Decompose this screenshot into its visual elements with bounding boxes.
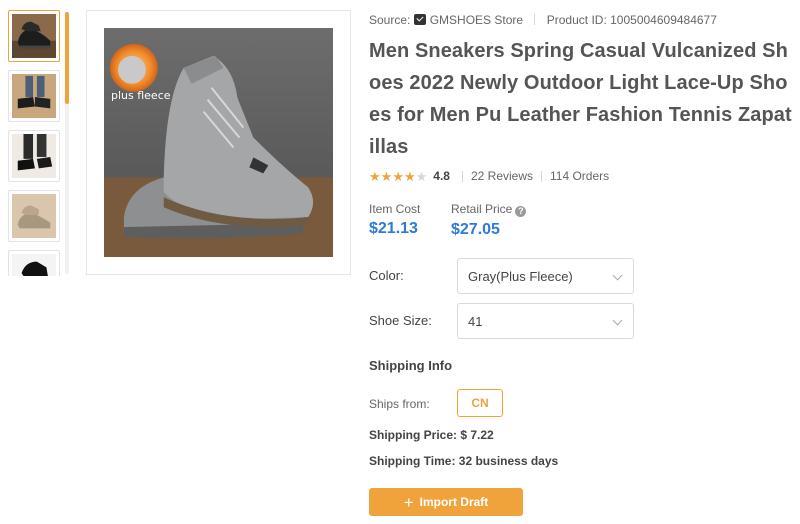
product-title: Men Sneakers Spring Casual Vulcanized Sh… <box>369 40 792 158</box>
star-filled-icon: ★ <box>392 168 404 184</box>
item-cost: Item Cost $21.13 <box>369 202 420 238</box>
shoe-size-select[interactable]: 41 <box>457 303 634 339</box>
color-select[interactable]: Gray(Plus Fleece) <box>457 258 634 294</box>
shipping-price-value: $ 7.22 <box>460 428 494 442</box>
plus-icon: + <box>403 492 414 512</box>
ships-from-cn-option[interactable]: CN <box>457 389 503 417</box>
shipping-price-line: Shipping Price: $ 7.22 <box>369 428 494 442</box>
help-icon[interactable]: ? <box>515 206 527 217</box>
product-id-label: Product ID: <box>546 13 607 27</box>
source-label: Source: <box>369 13 411 27</box>
retail-price: Retail Price? $27.05 <box>451 202 527 239</box>
main-product-image[interactable]: plus fleece <box>86 10 351 275</box>
thumbnail-4[interactable] <box>8 190 60 242</box>
reviews-count[interactable]: 22 Reviews <box>471 169 533 183</box>
plus-fleece-overlay: plus fleece <box>111 89 171 102</box>
gray-sneaker-image <box>104 28 333 257</box>
divider <box>541 170 542 182</box>
color-label: Color: <box>369 268 404 283</box>
rating-row: ★ ★ ★ ★ ★ 4.8 22 Reviews 114 Orders <box>369 169 609 183</box>
import-draft-button[interactable]: + Import Draft <box>369 488 523 516</box>
shipping-time-label: Shipping Time: <box>369 454 456 468</box>
black-sneaker-walking-thumbnail <box>12 134 56 178</box>
size-option-row: Shoe Size: 41 <box>369 303 800 339</box>
retail-price-label: Retail Price <box>451 202 513 216</box>
thumbnail-strip <box>8 10 60 276</box>
item-cost-value: $21.13 <box>369 220 418 237</box>
gray-sneaker-thumbnail <box>12 194 56 238</box>
shoe-size-label: Shoe Size: <box>369 313 432 328</box>
shipping-time-value: 32 business days <box>458 454 559 468</box>
thumbnail-2[interactable] <box>8 70 60 122</box>
thumbnail-1[interactable] <box>8 10 60 62</box>
color-option-row: Color: Gray(Plus Fleece) <box>369 258 800 294</box>
color-select-value: Gray(Plus Fleece) <box>468 269 573 284</box>
shoe-size-select-value: 41 <box>468 314 483 329</box>
store-icon <box>413 14 426 25</box>
black-sneaker-on-feet-thumbnail <box>12 74 56 118</box>
rating-stars: ★ ★ ★ ★ ★ <box>369 170 427 183</box>
star-filled-icon: ★ <box>380 168 393 184</box>
source-line: Source: GMSHOES Store Product ID: 100500… <box>369 13 717 27</box>
orders-count: 114 Orders <box>550 169 610 183</box>
star-filled-icon: ★ <box>369 168 381 184</box>
store-name-link[interactable]: GMSHOES Store <box>430 13 523 27</box>
shipping-time-line: Shipping Time: 32 business days <box>369 454 558 468</box>
divider <box>534 14 536 25</box>
product-id-value: 1005004609484677 <box>610 13 717 27</box>
thumbnail-scroll-thumb[interactable] <box>65 12 69 104</box>
shipping-info-title: Shipping Info <box>369 358 453 373</box>
chevron-down-icon <box>612 270 623 281</box>
thumbnail-3[interactable] <box>8 130 60 182</box>
divider <box>461 170 463 182</box>
star-filled-icon: ★ <box>403 168 416 184</box>
retail-price-value: $27.05 <box>451 221 500 238</box>
star-empty-icon: ★ <box>415 168 428 184</box>
import-draft-label: Import Draft <box>419 495 489 509</box>
chevron-down-icon <box>612 315 623 326</box>
black-sneaker-thumbnail <box>12 14 56 58</box>
retail-price-label-row: Retail Price? <box>451 202 527 217</box>
shipping-price-label: Shipping Price: <box>369 428 458 442</box>
thumbnail-5[interactable] <box>8 250 60 276</box>
item-cost-label: Item Cost <box>369 202 421 216</box>
rating-value: 4.8 <box>433 169 450 183</box>
black-sneaker-side-thumbnail <box>12 254 56 276</box>
ships-from-label: Ships from: <box>369 397 430 411</box>
